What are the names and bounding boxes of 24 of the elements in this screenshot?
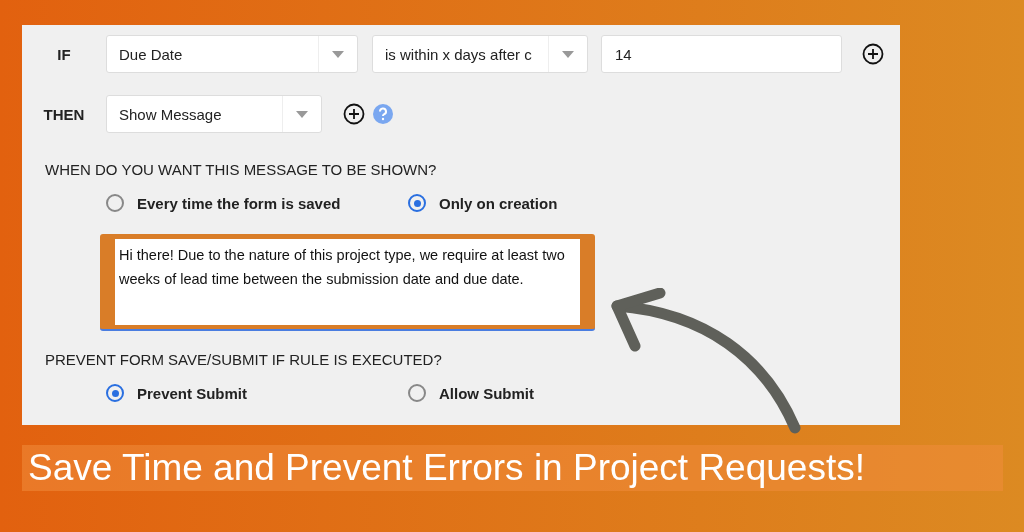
radio-label: Every time the form is saved — [137, 194, 341, 212]
caret-icon — [296, 110, 308, 118]
banner-text: Save Time and Prevent Errors in Project Requests! — [22, 445, 1003, 491]
radio-button[interactable] — [106, 194, 124, 212]
question-text: PREVENT FORM SAVE/SUBMIT IF RULE IS EXECUTED? — [45, 351, 443, 368]
radio-label: Allow Submit — [439, 384, 534, 402]
condition-label: IF — [56, 45, 72, 63]
caret-icon — [332, 50, 344, 58]
action-label: THEN — [42, 105, 86, 123]
action-dropdown[interactable]: Show Message — [106, 95, 322, 133]
radio-label: Prevent Submit — [137, 384, 248, 402]
operator-dropdown[interactable]: is within x days after c — [372, 35, 588, 73]
field-dropdown[interactable]: Due Date — [106, 35, 358, 73]
radio-button[interactable] — [106, 384, 124, 402]
question-text: WHEN DO YOU WANT THIS MESSAGE TO BE SHOWN? — [45, 161, 438, 178]
radio-button[interactable] — [408, 194, 426, 212]
add-icon[interactable] — [862, 43, 884, 65]
radio-label: Only on creation — [439, 194, 558, 212]
add-icon[interactable] — [343, 103, 365, 125]
caret-icon — [562, 50, 574, 58]
days-input[interactable]: 14 — [601, 35, 842, 73]
help-icon[interactable] — [373, 104, 393, 124]
radio-button[interactable] — [408, 384, 426, 402]
message-field[interactable]: Hi there! Due to the nature of this project type, we require at least two weeks of lead time between the submission date and due date. — [115, 239, 580, 325]
